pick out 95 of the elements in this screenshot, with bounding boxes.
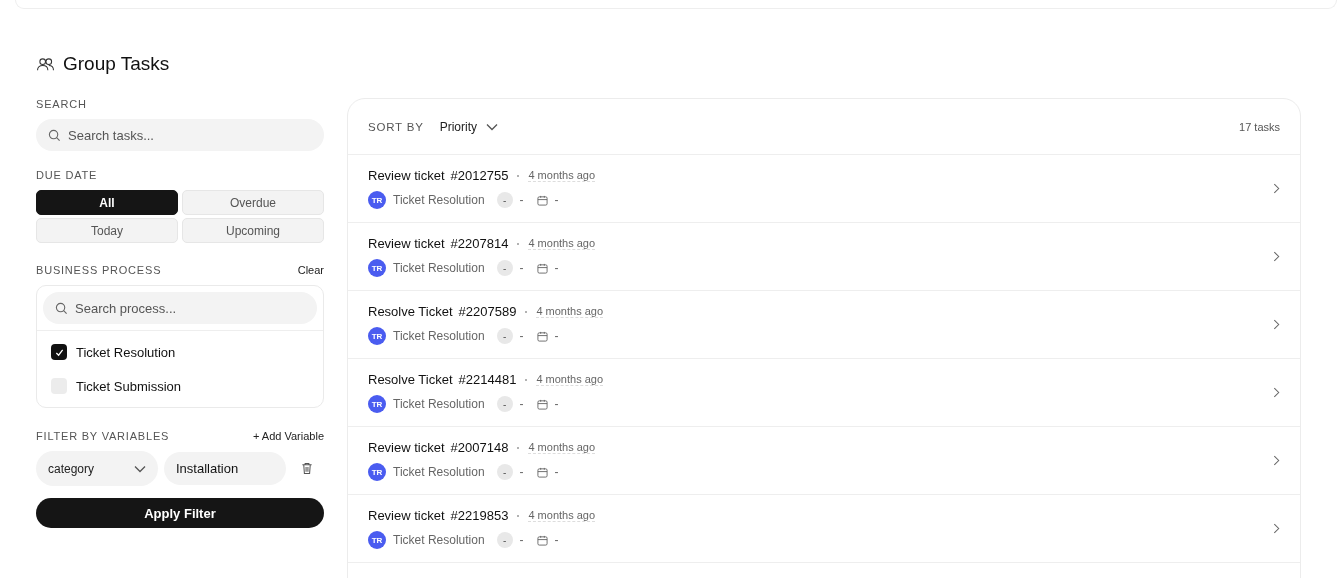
task-id: #2012755: [450, 168, 509, 183]
chevron-right-icon: [1273, 455, 1280, 466]
process-avatar: TR: [368, 327, 386, 345]
priority-badge: -: [496, 464, 513, 480]
search-icon: [55, 302, 68, 315]
calendar-icon: [536, 194, 548, 206]
search-field[interactable]: Search process...: [43, 292, 317, 324]
task-row[interactable]: Review ticket #2219853 4 months ago TR Ticket Resolution - - -: [348, 495, 1300, 563]
task-row[interactable]: Review ticket #2007148 4 months ago TR Ticket Resolution - - -: [348, 427, 1300, 495]
filter-tab[interactable]: Today: [36, 218, 178, 243]
process-name: Ticket Resolution: [393, 329, 485, 343]
task-title: Resolve Ticket: [368, 304, 453, 319]
checkbox-label: Ticket Resolution: [76, 344, 176, 360]
task-row[interactable]: Resolve Ticket #2214481 4 months ago TR Ticket Resolution - - -: [348, 359, 1300, 427]
process-avatar: TR: [368, 395, 386, 413]
due-date-text: -: [554, 397, 559, 411]
calendar-icon: [536, 466, 548, 478]
chevron-right-icon: [1273, 387, 1280, 398]
task-id: #2207589: [458, 304, 517, 319]
task-title: Review ticket: [368, 236, 445, 251]
process-name: Ticket Resolution: [393, 533, 485, 547]
process-name: Ticket Resolution: [393, 397, 485, 411]
sort-dropdown[interactable]: Priority: [439, 119, 498, 134]
variable-dropdown[interactable]: category: [36, 451, 158, 486]
page-title: Group Tasks: [63, 53, 170, 75]
apply-filter-button[interactable]: Apply Filter: [36, 498, 324, 528]
task-title: Review ticket: [368, 440, 445, 455]
task-time: 4 months ago: [528, 441, 596, 454]
chevron-right-icon: [1273, 523, 1280, 534]
due-date-text: -: [554, 329, 559, 343]
section-label: BUSINESS PROCESS: [36, 264, 162, 276]
task-time: 4 months ago: [528, 237, 596, 250]
calendar-icon: [536, 262, 548, 274]
chevron-right-icon: [1273, 319, 1280, 330]
check-icon: [54, 347, 64, 357]
due-date-text: -: [554, 193, 559, 207]
process-name: Ticket Resolution: [393, 261, 485, 275]
section-label: DUE DATE: [36, 169, 99, 181]
process-avatar: TR: [368, 259, 386, 277]
search-icon: [48, 129, 61, 142]
process-avatar: TR: [368, 531, 386, 549]
chevron-down-icon: [134, 464, 146, 473]
filter-tab[interactable]: Overdue: [182, 190, 324, 215]
value-field[interactable]: Installation: [164, 452, 286, 485]
task-time: 4 months ago: [536, 305, 604, 318]
assignee-text: -: [519, 397, 524, 411]
add-variable-link[interactable]: + Add Variable: [252, 430, 324, 442]
process-name: Ticket Resolution: [393, 465, 485, 479]
task-time: 4 months ago: [528, 509, 596, 522]
task-id: #2219853: [450, 508, 509, 523]
filter-tab[interactable]: Upcoming: [182, 218, 324, 243]
assignee-text: -: [519, 465, 524, 479]
section-label: SEARCH: [36, 98, 88, 110]
process-name: Ticket Resolution: [393, 193, 485, 207]
due-date-text: -: [554, 465, 559, 479]
priority-badge: -: [496, 260, 513, 276]
due-date-text: -: [554, 533, 559, 547]
task-count: 17 tasks: [1239, 120, 1280, 133]
trash-icon[interactable]: [301, 462, 313, 475]
priority-badge: -: [496, 532, 513, 548]
chevron-right-icon: [1273, 183, 1280, 194]
due-date-text: -: [554, 261, 559, 275]
assignee-text: -: [519, 329, 524, 343]
task-title: Resolve Ticket: [368, 372, 453, 387]
process-avatar: TR: [368, 191, 386, 209]
checkbox-label: Ticket Submission: [76, 378, 181, 394]
clear-link[interactable]: Clear: [297, 264, 324, 276]
sort-label: SORT BY: [368, 120, 424, 133]
section-label: FILTER BY VARIABLES: [36, 430, 170, 442]
assignee-text: -: [519, 261, 524, 275]
process-avatar: TR: [368, 463, 386, 481]
search-field[interactable]: Search tasks...: [36, 119, 324, 151]
chevron-down-icon: [486, 122, 498, 131]
task-id: #2207814: [450, 236, 509, 251]
task-id: #2214481: [458, 372, 517, 387]
task-time: 4 months ago: [536, 373, 604, 386]
filter-tab[interactable]: All: [36, 190, 178, 215]
assignee-text: -: [519, 533, 524, 547]
task-title: Review ticket: [368, 508, 445, 523]
priority-badge: -: [496, 396, 513, 412]
chevron-right-icon: [1273, 251, 1280, 262]
priority-badge: -: [496, 328, 513, 344]
task-row[interactable]: Resolve Ticket #2207589 4 months ago TR Ticket Resolution - - -: [348, 291, 1300, 359]
people-icon: [36, 56, 55, 72]
task-id: #2007148: [450, 440, 509, 455]
calendar-icon: [536, 330, 548, 342]
task-row[interactable]: Review ticket #2012755 4 months ago TR Ticket Resolution - - -: [348, 155, 1300, 223]
priority-badge: -: [496, 192, 513, 208]
task-title: Review ticket: [368, 168, 445, 183]
calendar-icon: [536, 534, 548, 546]
calendar-icon: [536, 398, 548, 410]
checkbox[interactable]: [51, 344, 67, 360]
assignee-text: -: [519, 193, 524, 207]
task-time: 4 months ago: [528, 169, 596, 182]
task-row[interactable]: Review ticket #2207814 4 months ago TR Ticket Resolution - - -: [348, 223, 1300, 291]
